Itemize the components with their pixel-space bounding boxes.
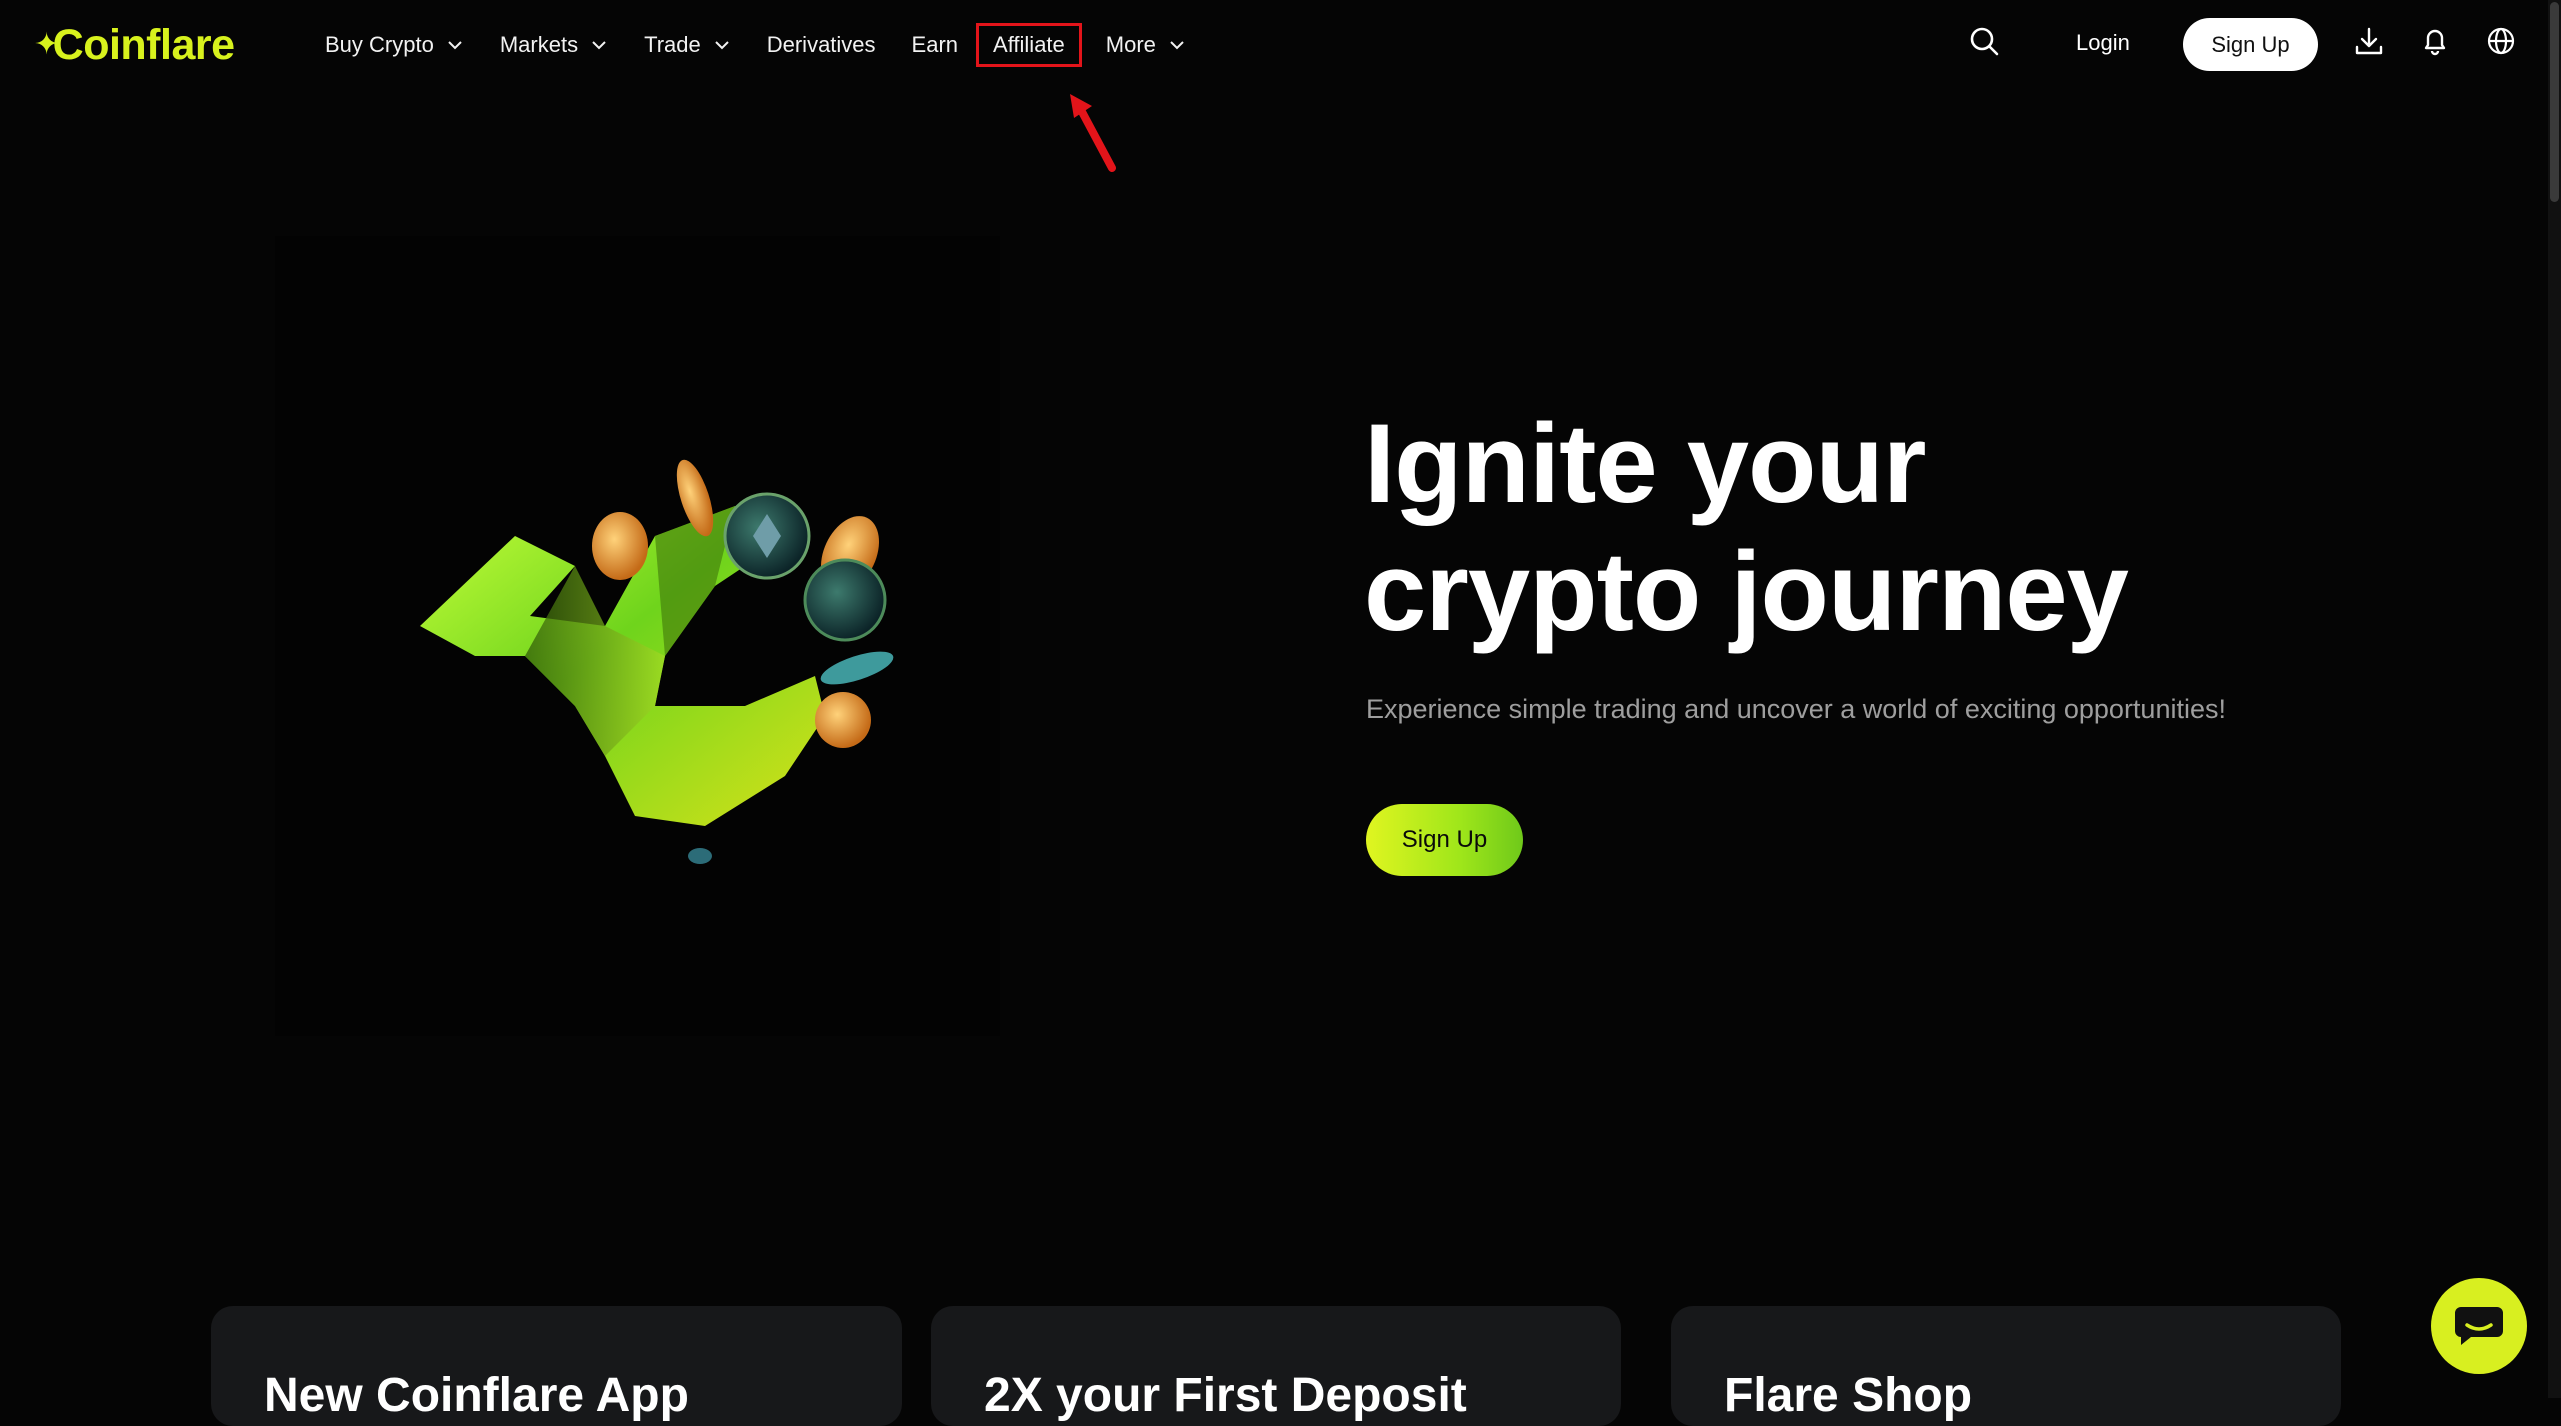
hero-signup-button[interactable]: Sign Up [1366, 804, 1523, 876]
promo-card-flare-shop[interactable]: Flare Shop [1671, 1306, 2341, 1426]
nav-trade-label: Trade [644, 32, 701, 57]
logo-spark-icon: ✦ [34, 27, 59, 61]
hero-title: Ignite your crypto journey [1364, 400, 2129, 656]
nav-buy-crypto-label: Buy Crypto [325, 32, 434, 57]
chat-bubble-icon [2455, 1307, 2503, 1345]
nav-earn-label: Earn [911, 32, 959, 57]
main-nav: Buy Crypto Markets Trade Derivatives Ear… [325, 22, 1222, 68]
scrollbar-thumb[interactable] [2550, 2, 2559, 202]
download-icon[interactable] [2352, 25, 2386, 59]
promo-card-app[interactable]: New Coinflare App [211, 1306, 902, 1426]
bell-icon[interactable] [2418, 24, 2452, 58]
nav-markets-label: Markets [499, 32, 579, 57]
hero-title-line2: crypto journey [1364, 529, 2129, 654]
promo-card-title: 2X your First Deposit [984, 1369, 1467, 1422]
nav-markets[interactable]: Markets [500, 22, 608, 68]
nav-more[interactable]: More [1106, 22, 1186, 68]
login-link[interactable]: Login [2076, 30, 2130, 56]
promo-card-title: New Coinflare App [264, 1369, 689, 1422]
hero-illustration [275, 236, 1000, 1036]
signup-button-header[interactable]: Sign Up [2183, 18, 2318, 71]
nav-derivatives[interactable]: Derivatives [767, 22, 876, 68]
chevron-down-icon [1170, 41, 1184, 50]
globe-icon[interactable] [2484, 24, 2518, 58]
annotation-arrow-icon [1070, 94, 1116, 172]
search-icon[interactable] [1968, 25, 2002, 59]
coinflare-3d-logo-icon [420, 459, 894, 864]
promo-card-title: Flare Shop [1724, 1369, 1973, 1422]
chevron-down-icon [592, 41, 606, 50]
nav-derivatives-label: Derivatives [766, 32, 876, 57]
chevron-down-icon [448, 41, 462, 50]
nav-trade[interactable]: Trade [644, 22, 731, 68]
promo-card-deposit[interactable]: 2X your First Deposit [931, 1306, 1621, 1426]
logo-text: Coinflare [52, 20, 235, 69]
nav-more-label: More [1105, 32, 1156, 57]
nav-buy-crypto[interactable]: Buy Crypto [325, 22, 464, 68]
top-header: ✦ Coinflare Buy Crypto Markets Trade Der… [0, 0, 2548, 90]
chevron-down-icon [715, 41, 729, 50]
nav-earn[interactable]: Earn [912, 22, 958, 68]
nav-affiliate[interactable]: Affiliate [976, 23, 1082, 67]
nav-affiliate-label: Affiliate [993, 32, 1065, 57]
hero-title-line1: Ignite your [1364, 401, 1926, 526]
chat-support-button[interactable] [2431, 1278, 2527, 1374]
page-scrollbar[interactable] [2548, 0, 2561, 1398]
coinflare-logo[interactable]: ✦ Coinflare [34, 20, 235, 70]
hero-subtitle: Experience simple trading and uncover a … [1366, 694, 2226, 724]
